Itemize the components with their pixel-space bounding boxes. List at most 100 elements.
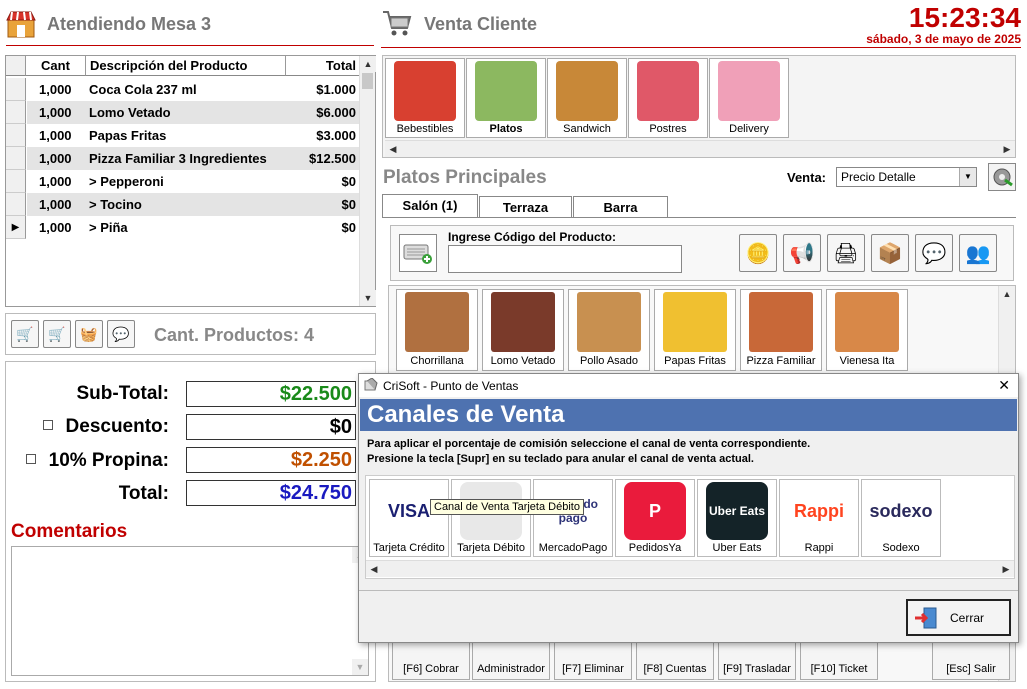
product-photo xyxy=(835,292,899,352)
scroll-right-arrow-icon[interactable]: ▶ xyxy=(999,141,1015,157)
settings-gear-icon[interactable] xyxy=(988,163,1016,191)
product-code-input[interactable] xyxy=(448,245,682,273)
product-count: Cant. Productos: 4 xyxy=(154,325,315,345)
channel-mercadopago[interactable]: mercado pagoMercadoPago xyxy=(533,479,613,557)
row-desc: > Piña xyxy=(89,220,128,235)
tab-1[interactable]: Terraza xyxy=(479,196,572,218)
row-selector[interactable] xyxy=(6,147,26,170)
product-tile[interactable]: Papas Fritas xyxy=(654,289,736,371)
grid-header-desc[interactable]: Descripción del Producto xyxy=(86,56,286,76)
product-label: Papas Fritas xyxy=(664,355,726,367)
channel-hscrollbar[interactable]: ◀ ▶ xyxy=(366,560,1014,577)
chat-add-icon[interactable]: 💬 xyxy=(915,234,953,272)
channel-label: Rappi xyxy=(804,542,834,554)
comments-label: Comentarios xyxy=(11,521,128,542)
totals-panel: Sub-Total: $22.500 Descuento: $0 10% Pro… xyxy=(5,361,376,682)
dessert-icon xyxy=(637,61,699,121)
table-row[interactable]: 1,000 Coca Cola 237 ml $1.000 xyxy=(27,78,360,101)
function-key-label: Administrador xyxy=(477,663,545,675)
package-icon[interactable]: 📦 xyxy=(871,234,909,272)
grid-header-qty[interactable]: Cant xyxy=(26,56,86,76)
megaphone-icon[interactable]: 📢 xyxy=(783,234,821,272)
table-row[interactable]: 1,000 > Piña $0 xyxy=(27,216,360,239)
table-row[interactable]: 1,000 > Pepperoni $0 xyxy=(27,170,360,193)
product-code-label: Ingrese Código del Producto: xyxy=(448,230,617,244)
category-hscrollbar[interactable]: ◀ ▶ xyxy=(385,140,1015,157)
tab-0[interactable]: Salón (1) xyxy=(382,194,478,218)
category-label: Postres xyxy=(649,123,687,135)
table-row[interactable]: 1,000 > Tocino $0 xyxy=(27,193,360,216)
channel-tarjeta-débito[interactable]: Tarjeta Débito xyxy=(451,479,531,557)
order-grid[interactable]: Cant Descripción del Producto Total 1,00… xyxy=(5,55,376,307)
row-selector[interactable] xyxy=(6,101,26,124)
scroll-down-arrow-icon[interactable]: ▼ xyxy=(360,290,376,306)
row-selector[interactable] xyxy=(6,193,26,216)
function-key-label: [F6] Cobrar xyxy=(403,663,459,675)
category-label: Bebestibles xyxy=(396,123,454,135)
printer-icon[interactable]: 🖨 xyxy=(827,234,865,272)
total-value: $24.750 xyxy=(186,480,356,506)
grid-header-total[interactable]: Total xyxy=(286,56,360,76)
coins-icon[interactable]: 🪙 xyxy=(739,234,777,272)
row-desc: Pizza Familiar 3 Ingredientes xyxy=(89,151,267,166)
row-qty: 1,000 xyxy=(39,128,72,143)
grid-scrollbar[interactable]: ▲ ▼ xyxy=(359,56,376,306)
channel-scroll-left-icon[interactable]: ◀ xyxy=(366,561,382,577)
table-row[interactable]: 1,000 Lomo Vetado $6.000 xyxy=(27,101,360,124)
dialog-footer-line xyxy=(359,590,1018,591)
keyboard-add-icon[interactable] xyxy=(399,234,437,272)
category-platos[interactable]: Platos xyxy=(466,58,546,138)
comment-add-icon[interactable]: 💬 xyxy=(107,320,135,348)
channel-tarjeta-crédito[interactable]: VISA Tarjeta Crédito xyxy=(369,479,449,557)
row-selector[interactable]: ▶ xyxy=(6,216,26,239)
tab-strip-line xyxy=(382,217,1016,218)
product-tile[interactable]: Pizza Familiar xyxy=(740,289,822,371)
scroll-left-arrow-icon[interactable]: ◀ xyxy=(385,141,401,157)
channel-uber-eats[interactable]: Uber Eats Uber Eats xyxy=(697,479,777,557)
product-tile[interactable]: Pollo Asado xyxy=(568,289,650,371)
product-photo xyxy=(663,292,727,352)
cart-add-icon[interactable]: 🛒 xyxy=(43,320,71,348)
table-row[interactable]: 1,000 Pizza Familiar 3 Ingredientes $12.50… xyxy=(27,147,360,170)
scroll-up-arrow-icon[interactable]: ▲ xyxy=(360,56,376,72)
row-selector[interactable] xyxy=(6,78,26,101)
product-photo xyxy=(577,292,641,352)
total-label: Total: xyxy=(118,483,169,504)
channel-logo-icon: Rappi xyxy=(788,482,850,540)
tab-2[interactable]: Barra xyxy=(573,196,668,218)
category-postres[interactable]: Postres xyxy=(628,58,708,138)
row-selector[interactable] xyxy=(6,170,26,193)
basket-edit-icon[interactable]: 🧺 xyxy=(75,320,103,348)
channel-logo-icon: P xyxy=(624,482,686,540)
app-logo-icon xyxy=(364,377,378,392)
comments-textarea[interactable]: ▲ ▼ xyxy=(11,546,369,676)
product-tile[interactable]: Chorrillana xyxy=(396,289,478,371)
category-label: Sandwich xyxy=(563,123,611,135)
category-delivery[interactable]: Delivery xyxy=(709,58,789,138)
channel-sodexo[interactable]: sodexo Sodexo xyxy=(861,479,941,557)
users-icon[interactable]: 👥 xyxy=(959,234,997,272)
drinks-icon xyxy=(394,61,456,121)
channel-rappi[interactable]: Rappi Rappi xyxy=(779,479,859,557)
product-tile[interactable]: Lomo Vetado xyxy=(482,289,564,371)
close-icon[interactable]: ✕ xyxy=(998,377,1010,394)
product-tile[interactable]: Vienesa Ita xyxy=(826,289,908,371)
price-list-select[interactable]: Precio Detalle ▼ xyxy=(836,167,977,187)
category-bebestibles[interactable]: Bebestibles xyxy=(385,58,465,138)
channel-scroll-right-icon[interactable]: ▶ xyxy=(998,561,1014,577)
channel-logo-icon: sodexo xyxy=(869,482,933,540)
products-scroll-up-icon[interactable]: ▲ xyxy=(999,286,1015,302)
cart-remove-icon[interactable]: 🛒 xyxy=(11,320,39,348)
scroll-thumb[interactable] xyxy=(362,73,373,89)
chevron-down-icon[interactable]: ▼ xyxy=(959,168,976,186)
close-button[interactable]: Cerrar xyxy=(906,599,1011,636)
table-row[interactable]: 1,000 Papas Fritas $3.000 xyxy=(27,124,360,147)
product-code-panel: Ingrese Código del Producto: 🪙 📢 🖨 📦 💬 👥 xyxy=(390,225,1014,281)
subtotal-value: $22.500 xyxy=(186,381,356,407)
channel-label: PedidosYa xyxy=(628,542,682,554)
category-sandwich[interactable]: Sandwich xyxy=(547,58,627,138)
comments-scroll-down-icon[interactable]: ▼ xyxy=(352,659,368,675)
channel-label: Uber Eats xyxy=(712,542,762,554)
row-selector[interactable] xyxy=(6,124,26,147)
channel-pedidosya[interactable]: P PedidosYa xyxy=(615,479,695,557)
